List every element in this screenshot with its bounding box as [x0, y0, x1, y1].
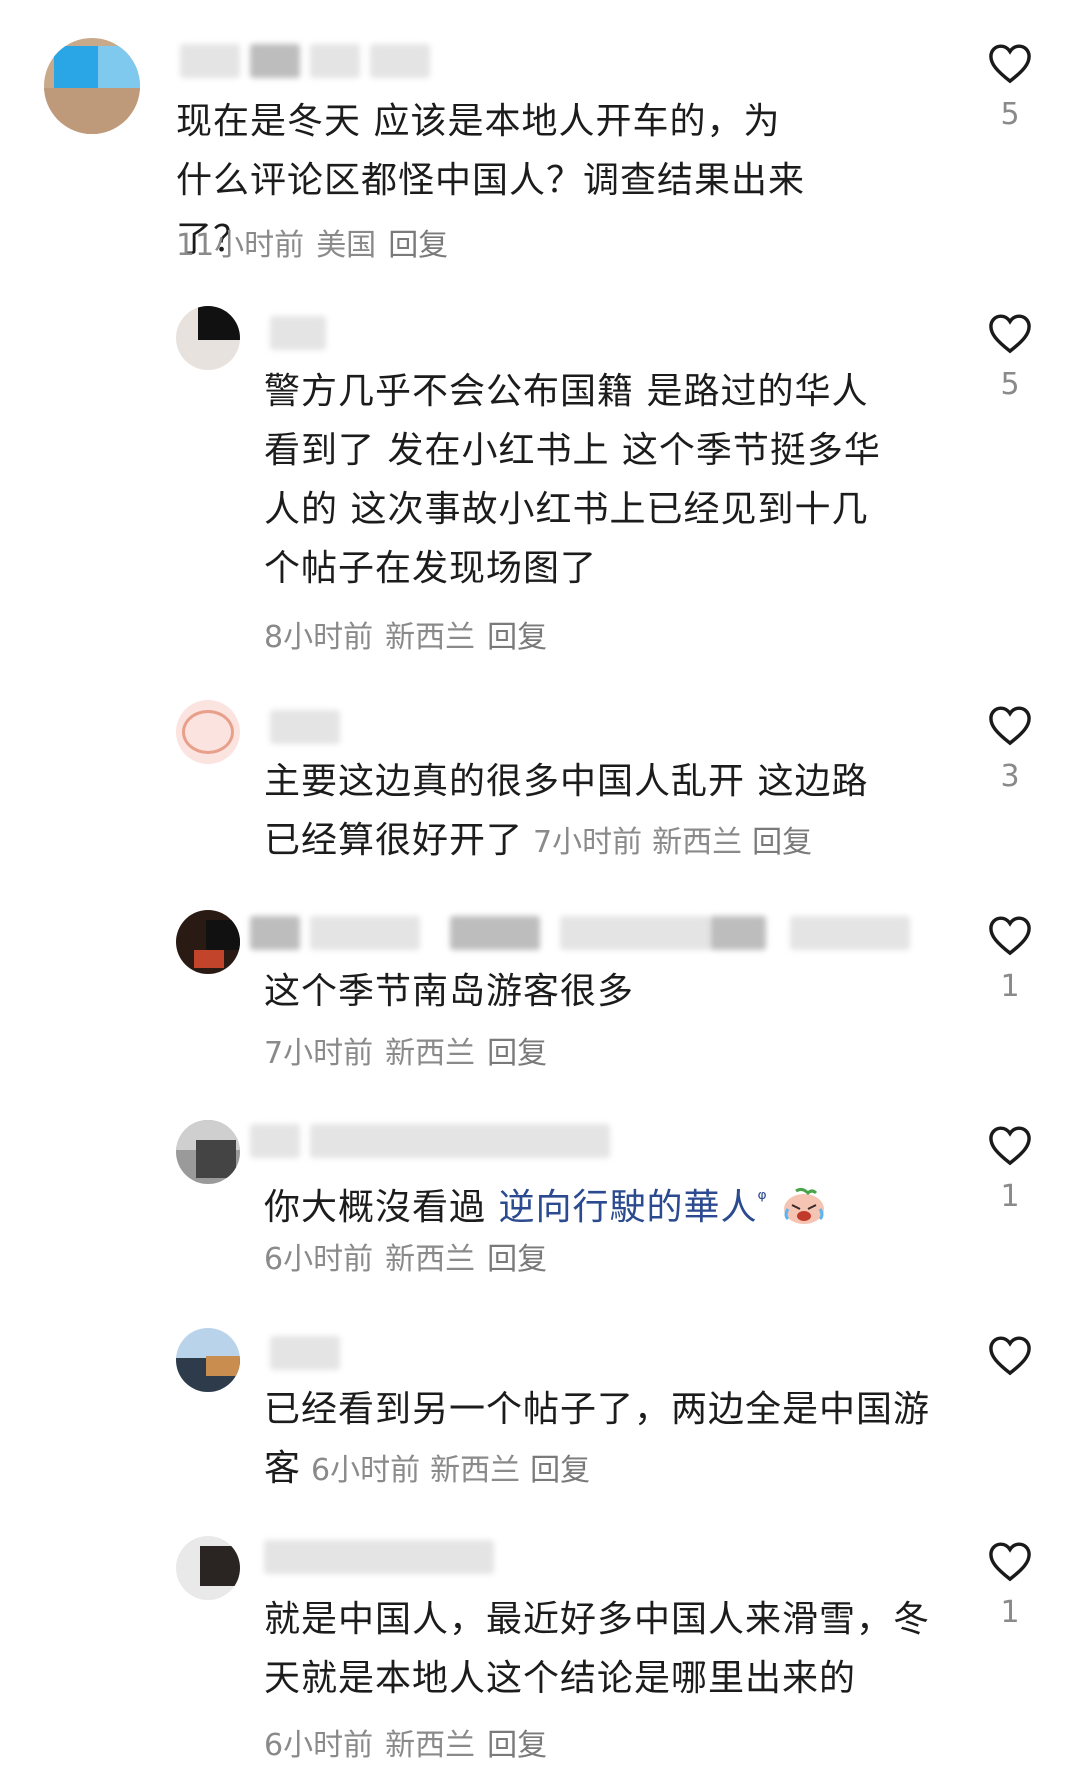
avatar[interactable]	[176, 910, 240, 974]
heart-outline-icon	[989, 1126, 1031, 1166]
username-blurred[interactable]	[180, 44, 460, 78]
username-blurred[interactable]	[250, 1124, 620, 1158]
reply-button[interactable]: 回复	[487, 620, 547, 655]
heart-outline-icon	[989, 314, 1031, 354]
comment-meta: 6小时前 新西兰 回复	[264, 1240, 559, 1280]
heart-outline-icon	[989, 1336, 1031, 1376]
comment-meta: 6小时前 新西兰 回复	[264, 1726, 559, 1766]
comment-location: 新西兰	[385, 1242, 476, 1277]
search-icon: ᵠ	[757, 1187, 768, 1212]
avatar[interactable]	[44, 38, 140, 134]
reply-button[interactable]: 回复	[487, 1728, 547, 1763]
avatar[interactable]	[176, 1120, 240, 1184]
comment-text: 主要这边真的很多中国人乱开 这边路已经算很好开了 7小时前 新西兰 回复	[264, 761, 869, 861]
heart-outline-icon	[989, 706, 1031, 746]
comment-time: 6小时前	[311, 1453, 421, 1488]
crying-laughing-face-icon	[783, 1187, 824, 1224]
avatar[interactable]	[176, 1536, 240, 1600]
comment-location: 新西兰	[430, 1453, 521, 1488]
reply-button[interactable]: 回复	[487, 1036, 547, 1071]
comment-location: 新西兰	[652, 825, 743, 860]
search-link[interactable]: 逆向行駛的華人	[498, 1187, 757, 1228]
comment-time: 7小时前	[533, 825, 643, 860]
reply-button[interactable]: 回复	[530, 1453, 590, 1488]
username-blurred[interactable]	[270, 1336, 350, 1370]
comment-text: 警方几乎不会公布国籍 是路过的华人看到了 发在小红书上 这个季节挺多华人的 这次…	[264, 371, 881, 589]
comment-location: 新西兰	[385, 1036, 476, 1071]
heart-outline-icon	[989, 916, 1031, 956]
comment-text: 已经看到另一个帖子了，两边全是中国游客 6小时前 新西兰 回复	[264, 1389, 931, 1489]
avatar[interactable]	[176, 1328, 240, 1392]
comment-time: 11小时前	[176, 228, 305, 263]
comment-meta: 11小时前 美国 回复	[176, 226, 460, 266]
comment-text: 这个季节南岛游客很多	[264, 971, 635, 1012]
heart-outline-icon	[989, 44, 1031, 84]
heart-outline-icon	[989, 1542, 1031, 1582]
comment-meta: 7小时前 新西兰 回复	[523, 825, 812, 860]
like-count: 1	[1000, 1595, 1020, 1630]
avatar[interactable]	[176, 700, 240, 764]
username-blurred[interactable]	[250, 916, 920, 950]
like-button[interactable]: 5	[982, 312, 1038, 402]
like-count: 3	[1000, 759, 1020, 794]
comment-meta: 6小时前 新西兰 回复	[301, 1453, 590, 1488]
reply-button[interactable]: 回复	[752, 825, 812, 860]
like-button[interactable]: 5	[982, 42, 1038, 132]
like-count: 5	[1000, 367, 1020, 402]
comment-text: 就是中国人，最近好多中国人来滑雪，冬天就是本地人这个结论是哪里出来的	[264, 1599, 931, 1699]
like-button[interactable]	[982, 1334, 1038, 1390]
avatar[interactable]	[176, 306, 240, 370]
comment-meta: 8小时前 新西兰 回复	[264, 618, 559, 658]
reply-button[interactable]: 回复	[388, 228, 448, 263]
comment-time: 6小时前	[264, 1242, 374, 1277]
comment-time: 8小时前	[264, 620, 374, 655]
username-blurred[interactable]	[270, 316, 330, 350]
comment-location: 新西兰	[385, 620, 476, 655]
comment-location: 新西兰	[385, 1728, 476, 1763]
username-blurred[interactable]	[264, 1540, 504, 1574]
comment-location: 美国	[316, 228, 377, 263]
like-count: 1	[1000, 1179, 1020, 1214]
comment-meta: 7小时前 新西兰 回复	[264, 1034, 559, 1074]
like-button[interactable]: 1	[982, 1124, 1038, 1214]
reply-button[interactable]: 回复	[487, 1242, 547, 1277]
comment-time: 6小时前	[264, 1728, 374, 1763]
comment-text: 你大概沒看過 逆向行駛的華人ᵠ	[264, 1170, 964, 1237]
like-count: 1	[1000, 969, 1020, 1004]
like-button[interactable]: 3	[982, 704, 1038, 794]
username-blurred[interactable]	[270, 710, 350, 744]
like-button[interactable]: 1	[982, 1540, 1038, 1630]
like-count: 5	[1000, 97, 1020, 132]
comment-time: 7小时前	[264, 1036, 374, 1071]
like-button[interactable]: 1	[982, 914, 1038, 1004]
